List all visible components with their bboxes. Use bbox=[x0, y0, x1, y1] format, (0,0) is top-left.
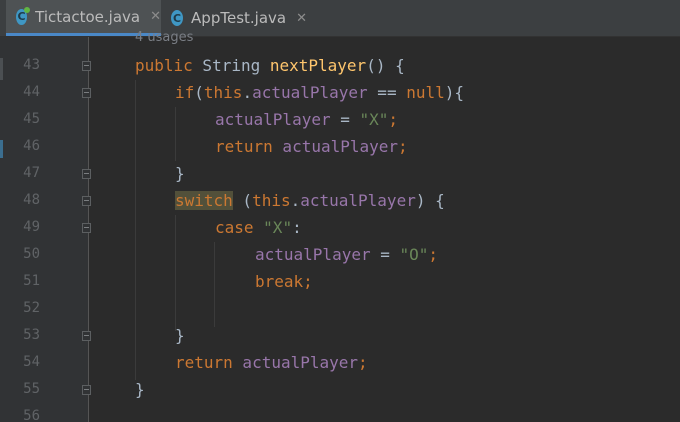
field-token: actualPlayer bbox=[255, 245, 371, 264]
punctuation-token: ; bbox=[428, 245, 439, 264]
fold-toggle-icon[interactable] bbox=[82, 169, 91, 179]
punctuation-token: ( bbox=[232, 191, 253, 210]
indent-guide bbox=[214, 242, 215, 327]
java-class-file-icon: C bbox=[171, 10, 184, 26]
keyword-token: public bbox=[135, 56, 193, 75]
code-line-47[interactable]: } bbox=[175, 160, 185, 187]
field-token: actualPlayer bbox=[232, 353, 359, 372]
code-line-48[interactable]: switch (this.actualPlayer) { bbox=[175, 187, 445, 214]
line-number: 45 bbox=[23, 111, 40, 127]
operator-token: = bbox=[330, 110, 360, 129]
punctuation-token: ){ bbox=[444, 83, 464, 102]
editor-tab-bar: C Tictactoe.java ✕ C AppTest.java ✕ bbox=[0, 0, 680, 37]
code-line-51[interactable]: break; bbox=[255, 268, 313, 295]
fold-toggle-icon[interactable] bbox=[82, 88, 91, 98]
punctuation-token: ( bbox=[194, 83, 204, 102]
line-number: 47 bbox=[23, 165, 40, 181]
punctuation-token: ) { bbox=[415, 191, 445, 210]
indent-guide bbox=[175, 215, 176, 331]
string-token: "X" bbox=[263, 218, 293, 237]
keyword-token: this bbox=[252, 191, 291, 210]
fold-toggle-icon[interactable] bbox=[82, 331, 91, 341]
type-token: String bbox=[192, 56, 270, 75]
line-number: 50 bbox=[23, 246, 40, 262]
fold-toggle-icon[interactable] bbox=[82, 385, 91, 395]
indent-guide bbox=[175, 107, 176, 161]
line-number: 54 bbox=[23, 354, 40, 370]
method-name-token: nextPlayer bbox=[269, 56, 367, 75]
keyword-token: null bbox=[406, 83, 445, 102]
punctuation-token: } bbox=[135, 380, 145, 399]
punctuation-token: ; bbox=[303, 272, 313, 291]
operator-token: == bbox=[367, 83, 407, 102]
punctuation-token: } bbox=[175, 326, 185, 345]
code-line-49[interactable]: case "X": bbox=[215, 214, 302, 241]
code-line-54[interactable]: return actualPlayer; bbox=[175, 349, 368, 376]
java-class-file-icon: C bbox=[16, 6, 31, 25]
close-icon[interactable]: ✕ bbox=[296, 11, 307, 26]
code-line-50[interactable]: actualPlayer = "O"; bbox=[255, 241, 438, 268]
operator-token: = bbox=[370, 245, 400, 264]
keyword-token: if bbox=[175, 83, 195, 102]
punctuation-token: ; bbox=[358, 353, 368, 372]
code-line-45[interactable]: actualPlayer = "X"; bbox=[215, 106, 398, 133]
keyword-token: return bbox=[175, 353, 233, 372]
line-number: 48 bbox=[23, 192, 40, 208]
keyword-token-highlighted: switch bbox=[175, 191, 233, 210]
punctuation-token: : bbox=[292, 218, 302, 237]
fold-toggle-icon[interactable] bbox=[82, 61, 91, 71]
usages-hint[interactable]: 4 usages bbox=[135, 30, 193, 45]
punctuation-token: ; bbox=[398, 137, 408, 156]
fold-toggle-icon[interactable] bbox=[82, 223, 91, 233]
field-token: actualPlayer bbox=[215, 110, 331, 129]
code-line-44[interactable]: if(this.actualPlayer == null){ bbox=[175, 79, 464, 106]
indent-guide bbox=[135, 80, 136, 380]
string-token: "X" bbox=[359, 110, 389, 129]
line-number: 53 bbox=[23, 327, 40, 343]
punctuation-token: } bbox=[175, 164, 185, 183]
field-token: actualPlayer bbox=[300, 191, 416, 210]
keyword-token: break bbox=[255, 272, 304, 291]
line-number: 46 bbox=[23, 138, 40, 154]
code-line-55[interactable]: } bbox=[135, 376, 145, 403]
punctuation-token: () { bbox=[366, 56, 405, 75]
keyword-token: this bbox=[203, 83, 243, 102]
field-token: actualPlayer bbox=[252, 83, 368, 102]
line-number: 52 bbox=[23, 300, 40, 316]
line-number: 51 bbox=[23, 273, 40, 289]
punctuation-token: ; bbox=[388, 110, 399, 129]
code-line-43[interactable]: public String nextPlayer() { bbox=[135, 52, 405, 79]
ide-window: C Tictactoe.java ✕ C AppTest.java ✕ 43 4… bbox=[0, 0, 680, 422]
punctuation-token: . bbox=[242, 83, 253, 102]
line-number: 55 bbox=[23, 381, 40, 397]
field-token: actualPlayer bbox=[272, 137, 399, 156]
tab-label: AppTest.java bbox=[191, 9, 287, 27]
code-line-53[interactable]: } bbox=[175, 322, 185, 349]
fold-toggle-icon[interactable] bbox=[82, 196, 91, 206]
code-line-46[interactable]: return actualPlayer; bbox=[215, 133, 408, 160]
line-number: 44 bbox=[23, 84, 40, 100]
line-number: 43 bbox=[23, 57, 40, 73]
keyword-token: return bbox=[215, 137, 273, 156]
punctuation-token: . bbox=[290, 191, 301, 210]
line-number: 49 bbox=[23, 219, 40, 235]
keyword-token: case bbox=[215, 218, 254, 237]
line-number: 56 bbox=[23, 408, 40, 422]
tab-label: Tictactoe.java bbox=[35, 7, 141, 26]
string-token: "O" bbox=[399, 245, 429, 264]
close-icon[interactable]: ✕ bbox=[150, 9, 161, 24]
